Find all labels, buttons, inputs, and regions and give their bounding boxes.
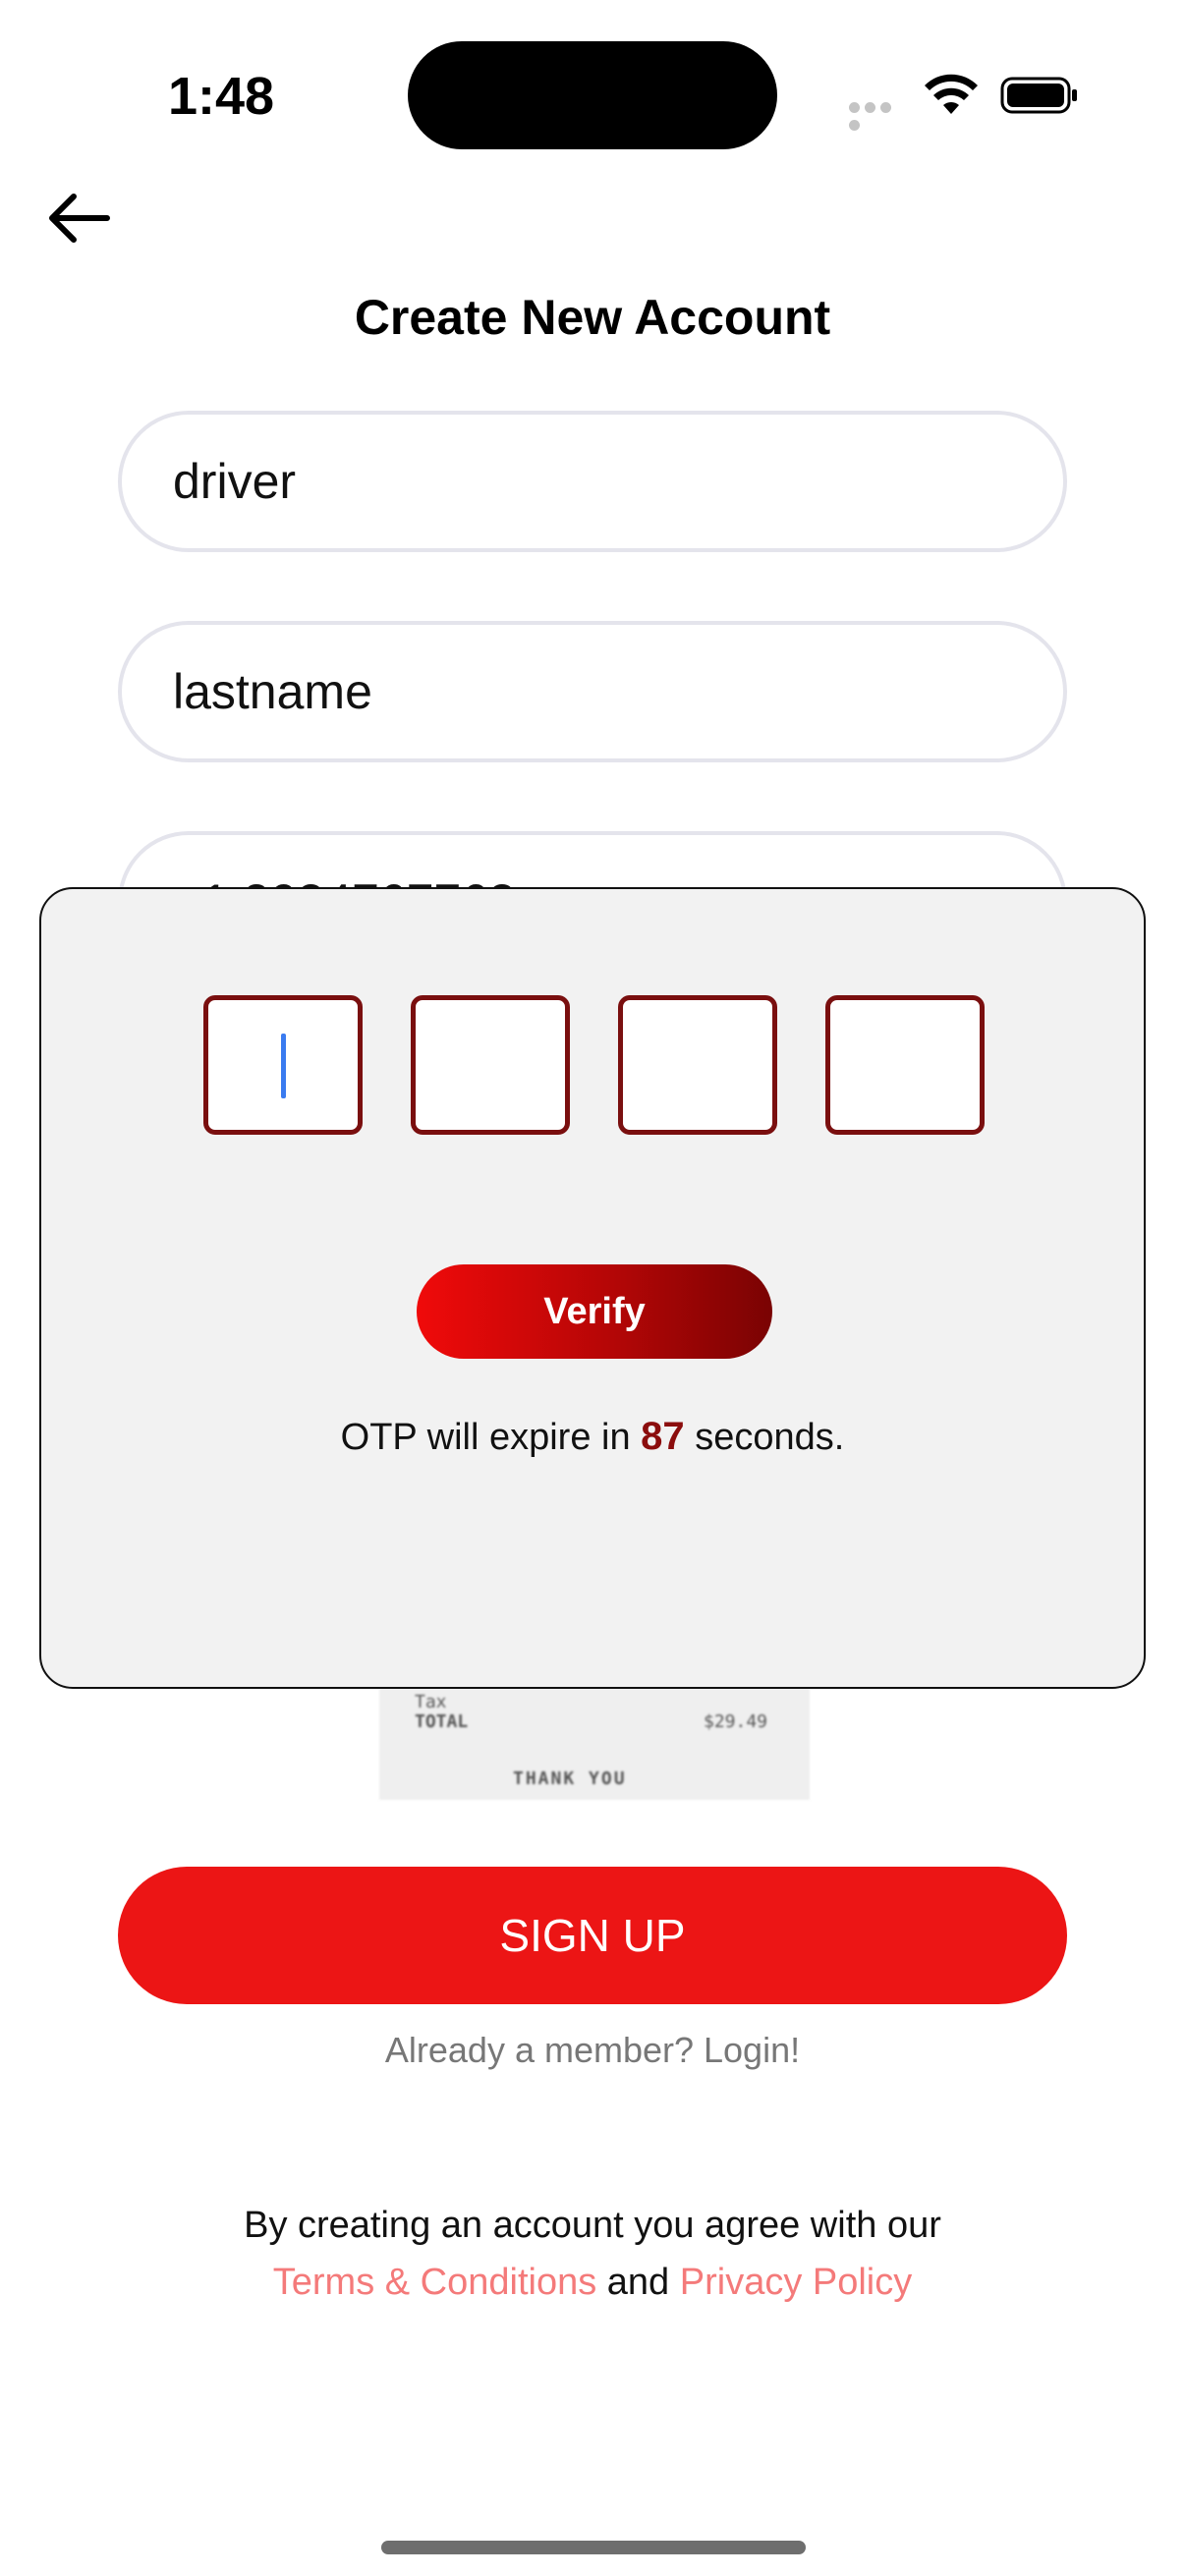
receipt-line: Tax <box>415 1692 447 1712</box>
legal-prefix: By creating an account you agree with ou… <box>244 2205 941 2246</box>
terms-link[interactable]: Terms & Conditions <box>273 2262 596 2303</box>
legal-and: and <box>606 2262 670 2303</box>
text-cursor <box>281 1034 286 1098</box>
home-indicator <box>381 2541 806 2554</box>
status-time: 1:48 <box>167 67 275 126</box>
last-name-value: lastname <box>173 664 372 719</box>
wifi-icon <box>924 73 979 116</box>
arrow-left-icon <box>49 194 110 243</box>
expire-prefix: OTP will expire in <box>340 1417 631 1458</box>
signup-button[interactable]: SIGN UP <box>118 1867 1067 2004</box>
receipt-line: TOTAL <box>415 1711 469 1732</box>
otp-modal: Verify OTP will expire in 87 seconds. <box>39 887 1146 1689</box>
privacy-link[interactable]: Privacy Policy <box>680 2262 913 2303</box>
expire-suffix: seconds. <box>695 1417 845 1458</box>
otp-digit-input[interactable] <box>618 995 777 1135</box>
legal-text: By creating an account you agree with ou… <box>0 2197 1185 2311</box>
page-title: Create New Account <box>354 290 831 345</box>
first-name-field[interactable]: driver <box>118 411 1067 552</box>
login-link[interactable]: Already a member? Login! <box>0 2028 1185 2073</box>
otp-digit-input[interactable] <box>825 995 985 1135</box>
battery-icon <box>1000 75 1079 116</box>
first-name-value: driver <box>173 454 297 509</box>
last-name-field[interactable]: lastname <box>118 621 1067 762</box>
back-button[interactable] <box>39 179 118 257</box>
verify-button[interactable]: Verify <box>417 1264 772 1359</box>
receipt-line: THANK YOU <box>513 1768 627 1789</box>
otp-expire-text: OTP will expire in 87 seconds. <box>41 1412 1144 1462</box>
otp-digit-input[interactable] <box>411 995 570 1135</box>
dynamic-island <box>408 41 777 149</box>
cellular-signal-icon <box>849 100 910 131</box>
receipt-line: $29.49 <box>704 1711 768 1732</box>
expire-seconds: 87 <box>641 1415 685 1458</box>
otp-digit-input[interactable] <box>203 995 363 1135</box>
